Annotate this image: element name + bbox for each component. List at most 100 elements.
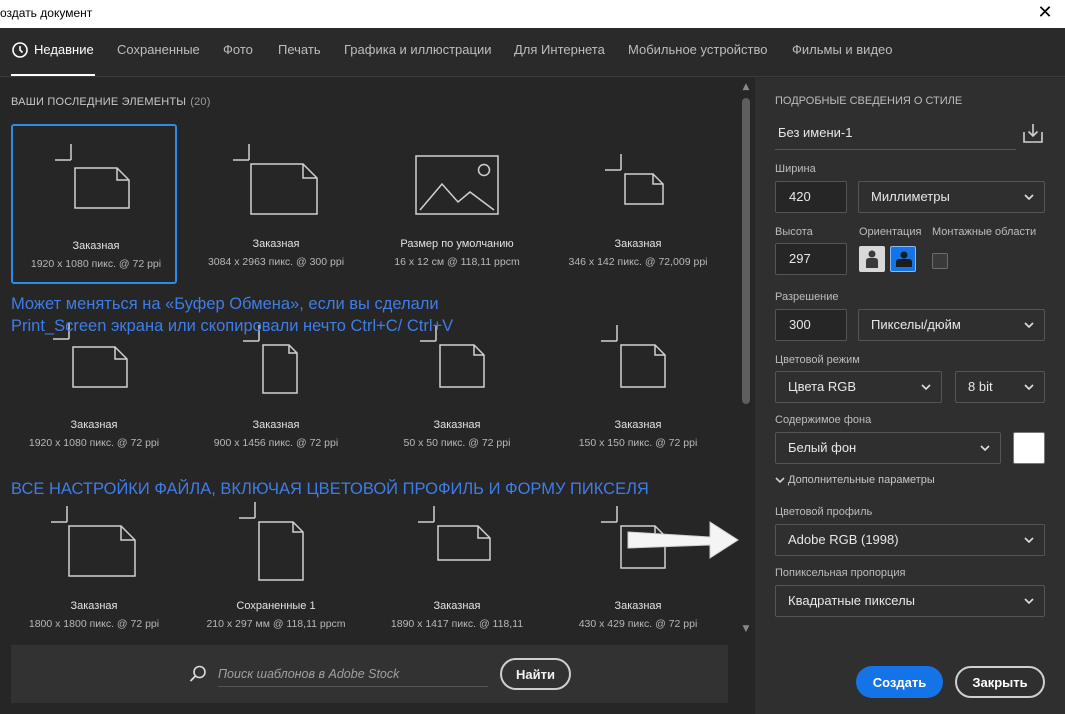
chevron-down-icon [775, 477, 785, 484]
arrow-right-icon [627, 521, 739, 559]
background-color-swatch[interactable] [1013, 432, 1045, 464]
preset-card[interactable]: Заказная 150 x 150 пикс. @ 72 ppi [555, 305, 721, 465]
preset-card[interactable]: Сохраненные 1 210 x 297 мм @ 118,11 ppcm [193, 486, 359, 646]
preset-size: 1890 x 1417 пикс. @ 118,11 [390, 618, 524, 630]
preset-size: 3084 x 2963 пикс. @ 300 ppi [207, 256, 345, 268]
scroll-thumb[interactable] [742, 98, 750, 404]
preset-size: 50 x 50 пикс. @ 72 ppi [403, 437, 511, 449]
preset-name: Заказная [614, 419, 662, 431]
bit-depth-value: 8 bit [968, 379, 993, 394]
stock-search-input[interactable] [218, 661, 488, 687]
title-bar: оздать документ ✕ [0, 0, 1065, 28]
create-button[interactable]: Создать [856, 666, 943, 698]
preset-name: Заказная [433, 419, 481, 431]
preset-size: 900 x 1456 пикс. @ 72 ppi [213, 437, 339, 449]
close-icon[interactable]: ✕ [1033, 2, 1057, 24]
recent-title-text: ВАШИ ПОСЛЕДНИЕ ЭЛЕМЕНТЫ [11, 96, 187, 108]
landscape-document-icon [55, 144, 130, 209]
landscape-person-icon [896, 251, 912, 267]
preset-name: Размер по умолчанию [400, 238, 514, 250]
color-mode-select[interactable]: Цвета RGB [775, 371, 942, 403]
chevron-down-icon [980, 445, 990, 452]
resolution-input[interactable]: 300 [775, 309, 847, 341]
artboards-checkbox[interactable] [932, 253, 948, 269]
find-button[interactable]: Найти [500, 658, 571, 690]
portrait-person-icon [866, 250, 878, 268]
close-button[interactable]: Закрыть [955, 666, 1045, 698]
preset-card[interactable]: Заказная 1800 x 1800 пикс. @ 72 ppi [11, 486, 177, 646]
tab-photo[interactable]: Фото [223, 42, 253, 57]
bit-depth-select[interactable]: 8 bit [955, 371, 1045, 403]
preset-name: Заказная [70, 419, 118, 431]
landscape-document-icon [418, 506, 491, 561]
chevron-down-icon [1024, 598, 1034, 605]
preset-name: Заказная [252, 238, 300, 250]
height-input[interactable]: 297 [775, 243, 847, 275]
recent-section-title: ВАШИ ПОСЛЕДНИЕ ЭЛЕМЕНТЫ (20) [11, 96, 211, 108]
advanced-options-toggle[interactable]: Дополнительные параметры [775, 474, 935, 486]
resolution-unit-select[interactable]: Пикселы/дюйм [858, 309, 1045, 341]
preset-size: 430 x 429 пикс. @ 72 ppi [578, 618, 698, 630]
preset-card[interactable]: Заказная 430 x 429 пикс. @ 72 ppi [555, 486, 721, 646]
recent-scrollbar[interactable]: ▲ ▼ [739, 80, 753, 636]
preset-card[interactable]: Заказная 1890 x 1417 пикс. @ 118,11 [374, 486, 540, 646]
square-document-icon [233, 144, 318, 215]
clipboard-annotation-line1: Может меняться на «Буфер Обмена», если в… [11, 295, 439, 313]
background-label: Содержимое фона [775, 414, 872, 426]
color-profile-select[interactable]: Adobe RGB (1998) [775, 524, 1045, 556]
tab-film-video[interactable]: Фильмы и видео [792, 42, 892, 57]
preset-name: Заказная [614, 238, 662, 250]
width-unit-select[interactable]: Миллиметры [858, 181, 1045, 213]
scroll-down-icon[interactable]: ▼ [739, 622, 753, 636]
scroll-up-icon[interactable]: ▲ [739, 80, 753, 94]
tab-recent[interactable]: Недавние [34, 42, 94, 57]
tab-mobile[interactable]: Мобильное устройство [628, 42, 768, 57]
preset-size: 1800 x 1800 пикс. @ 72 ppi [28, 618, 160, 630]
landscape-orientation-button[interactable] [890, 246, 916, 272]
tab-saved[interactable]: Сохраненные [117, 42, 200, 57]
background-select[interactable]: Белый фон [775, 432, 1001, 464]
preset-name: Заказная [252, 419, 300, 431]
settings-annotation: ВСЕ НАСТРОЙКИ ФАЙЛА, ВКЛЮЧАЯ ЦВЕТОВОЙ ПР… [11, 480, 649, 498]
preset-card[interactable]: Заказная 3084 x 2963 пикс. @ 300 ppi [193, 124, 359, 284]
color-mode-value: Цвета RGB [788, 379, 856, 394]
recent-count: (20) [190, 96, 211, 108]
tab-web[interactable]: Для Интернета [514, 42, 605, 57]
preset-card[interactable]: Заказная 1920 x 1080 пикс. @ 72 ppi [11, 124, 177, 284]
advanced-options-label: Дополнительные параметры [788, 474, 935, 486]
save-preset-icon[interactable] [1022, 122, 1044, 144]
preset-details-pane: ПОДРОБНЫЕ СВЕДЕНИЯ О СТИЛЕ Без имени-1 Ш… [755, 78, 1065, 714]
tab-bar: Недавние Сохраненные Фото Печать Графика… [0, 28, 1065, 77]
preset-name: Заказная [614, 600, 662, 612]
square-document-icon [601, 325, 666, 388]
artboards-label: Монтажные области [932, 226, 1037, 238]
tab-print[interactable]: Печать [278, 42, 321, 57]
preset-card[interactable]: Заказная 346 x 142 пикс. @ 72,009 ppi [555, 124, 721, 284]
chevron-down-icon [921, 384, 931, 391]
preset-size: 1920 x 1080 пикс. @ 72 ppi [30, 258, 162, 270]
preset-size: 150 x 150 пикс. @ 72 ppi [578, 437, 698, 449]
clipboard-annotation-line2: Print_Screen экрана или скопировали нечт… [11, 317, 454, 335]
portrait-document-icon [239, 502, 304, 581]
height-label: Высота [775, 226, 813, 238]
preset-size: 1920 x 1080 пикс. @ 72 ppi [28, 437, 160, 449]
resolution-unit-value: Пикселы/дюйм [871, 317, 961, 332]
document-name-field[interactable]: Без имени-1 [775, 118, 1016, 150]
preset-card[interactable]: Размер по умолчанию 16 x 12 см @ 118,11 … [374, 124, 540, 284]
preset-size: 346 x 142 пикс. @ 72,009 ppi [568, 256, 708, 268]
color-mode-label: Цветовой режим [775, 354, 860, 366]
resolution-label: Разрешение [775, 291, 839, 303]
chevron-down-icon [1024, 194, 1034, 201]
chevron-down-icon [1024, 384, 1034, 391]
orientation-label: Ориентация [859, 226, 922, 238]
pixel-aspect-select[interactable]: Квадратные пикселы [775, 585, 1045, 617]
recent-items-pane: ВАШИ ПОСЛЕДНИЕ ЭЛЕМЕНТЫ (20) Заказная 192… [0, 78, 755, 714]
tab-art-illustration[interactable]: Графика и иллюстрации [344, 42, 491, 57]
clock-icon [12, 42, 28, 58]
portrait-orientation-button[interactable] [859, 246, 885, 272]
width-input[interactable]: 420 [775, 181, 847, 213]
width-unit-value: Миллиметры [871, 189, 950, 204]
window-title: оздать документ [0, 6, 93, 20]
color-profile-label: Цветовой профиль [775, 506, 873, 518]
preset-size: 210 x 297 мм @ 118,11 ppcm [206, 618, 346, 630]
